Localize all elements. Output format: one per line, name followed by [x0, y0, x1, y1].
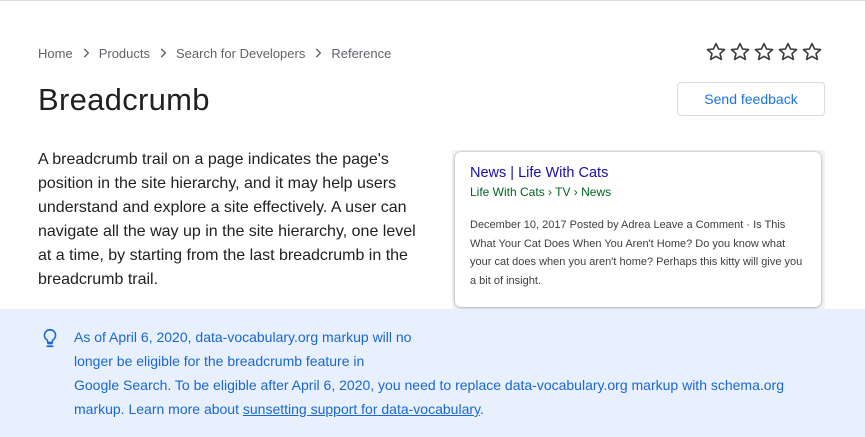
- deprecation-notice: As of April 6, 2020, data-vocabulary.org…: [0, 309, 865, 437]
- chevron-right-icon: [151, 44, 175, 62]
- serp-result-snippet: December 10, 2017 Posted by Adrea Leave …: [470, 219, 803, 287]
- serp-result-breadcrumb: Life With Cats › TV › News: [470, 185, 612, 199]
- chevron-right-icon: [306, 44, 330, 62]
- search-result-card: News | Life With Cats Life With Cats › T…: [455, 152, 821, 307]
- star-icon-5[interactable]: [800, 40, 824, 64]
- chevron-right-icon: [74, 44, 98, 62]
- notice-text-end: .: [479, 401, 484, 417]
- intro-paragraph: A breadcrumb trail on a page indicates t…: [38, 151, 416, 288]
- notice-text: As of April 6, 2020, data-vocabulary.org…: [74, 325, 794, 421]
- page-rating: [704, 40, 824, 64]
- breadcrumb-reference[interactable]: Reference: [331, 46, 391, 61]
- search-result-example-image: News | Life With Cats Life With Cats › T…: [452, 150, 825, 312]
- sunsetting-support-link[interactable]: sunsetting support for data-vocabulary: [243, 401, 480, 417]
- breadcrumb-products[interactable]: Products: [99, 46, 150, 61]
- lightbulb-icon: [43, 328, 57, 348]
- send-feedback-button[interactable]: Send feedback: [677, 82, 825, 116]
- page-title: Breadcrumb: [38, 82, 210, 117]
- serp-result-title: News | Life With Cats: [470, 165, 609, 181]
- breadcrumb-home[interactable]: Home: [38, 46, 73, 61]
- star-icon-1[interactable]: [704, 40, 728, 64]
- notice-text-line1: As of April 6, 2020, data-vocabulary.org…: [74, 329, 412, 369]
- top-divider: [0, 0, 865, 1]
- breadcrumb: Home Products Search for Developers Refe…: [38, 44, 391, 62]
- star-icon-4[interactable]: [776, 40, 800, 64]
- star-icon-2[interactable]: [728, 40, 752, 64]
- star-icon-3[interactable]: [752, 40, 776, 64]
- breadcrumb-search-for-developers[interactable]: Search for Developers: [176, 46, 305, 61]
